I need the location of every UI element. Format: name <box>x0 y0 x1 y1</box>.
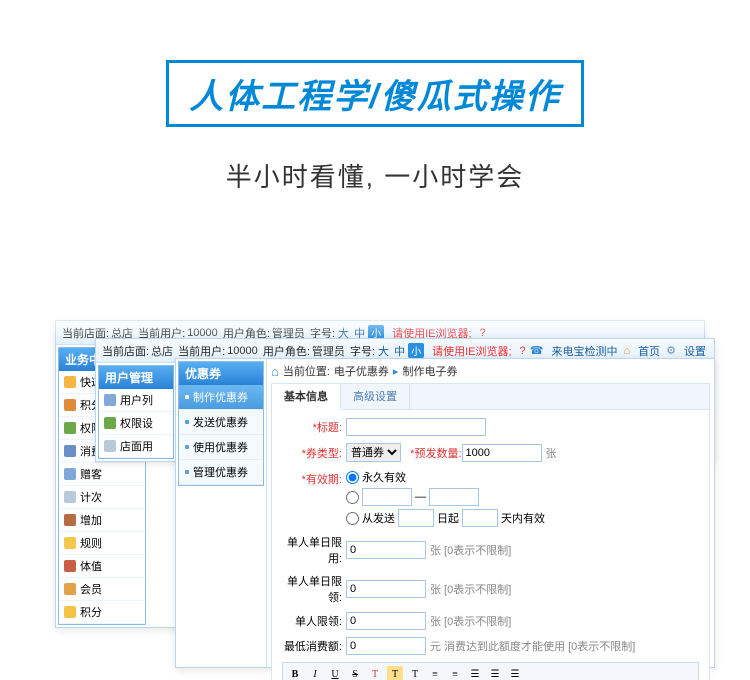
sidebar-item[interactable]: 规则 <box>59 532 145 555</box>
chevron-right-icon: ▸ <box>393 365 399 378</box>
settings-link[interactable]: 设置 <box>684 343 706 359</box>
store-icon <box>104 440 116 452</box>
single-day-label: 单人单日限用: <box>282 534 346 566</box>
file-icon <box>64 376 76 388</box>
home-icon: ⌂ <box>623 345 630 357</box>
front-sidebar-title: 优惠券 <box>179 362 263 385</box>
sidebar-item[interactable]: 增加 <box>59 509 145 532</box>
hero-subtitle: 半小时看懂, 一小时学会 <box>0 157 750 194</box>
type-label: *券类型: <box>282 445 346 461</box>
ul-button[interactable]: ≡ <box>447 666 463 680</box>
nav-create-coupon[interactable]: 制作优惠券 <box>179 385 263 410</box>
align-center-button[interactable]: ☰ <box>487 666 503 680</box>
sidebar-item[interactable]: 用户列 <box>99 389 173 412</box>
breadcrumb: ⌂ 当前位置: 电子优惠券 ▸ 制作电子券 <box>271 363 710 379</box>
title-input[interactable] <box>346 418 486 436</box>
phone-check-icon: ☎ <box>530 344 544 357</box>
bgcolor-button[interactable]: T <box>387 666 403 680</box>
gift-icon <box>64 468 76 480</box>
nav-manage-coupon[interactable]: 管理优惠券 <box>179 460 263 485</box>
sidebar-item[interactable]: 计次 <box>59 486 145 509</box>
strike-button[interactable]: S <box>347 666 363 680</box>
align-left-button[interactable]: ☰ <box>467 666 483 680</box>
type-select[interactable]: 普通券 <box>346 443 401 462</box>
consume-icon <box>64 445 76 457</box>
user-icon <box>104 394 116 406</box>
points2-icon <box>64 606 76 618</box>
mid-sidebar-title: 用户管理 <box>99 366 173 389</box>
tab-basic[interactable]: 基本信息 <box>272 384 341 410</box>
sidebar-item[interactable]: 赠客 <box>59 463 145 486</box>
perm-icon <box>104 417 116 429</box>
browser-warning: 请使用IE浏览器; <box>432 343 511 359</box>
rich-text-toolbar: B I U S T T T ≡ ≡ ☰ ☰ ☰ <box>282 662 699 680</box>
hero-title-text: 人体工程学/傻瓜式操作 <box>189 78 560 116</box>
valid-range-radio[interactable]: — <box>346 488 545 506</box>
count-icon <box>64 491 76 503</box>
sidebar-item[interactable]: 店面用 <box>99 435 173 458</box>
align-right-button[interactable]: ☰ <box>507 666 523 680</box>
single-get-label: 单人限领: <box>282 613 346 629</box>
title-label: *标题: <box>282 419 346 435</box>
fontsize-button[interactable]: T <box>407 666 423 680</box>
phone-check-link[interactable]: 来电宝检测中 <box>551 343 617 359</box>
permission-icon <box>64 422 76 434</box>
sidebar-item[interactable]: 会员 <box>59 578 145 601</box>
underline-button[interactable]: U <box>327 666 343 680</box>
value-icon <box>64 560 76 572</box>
home-icon[interactable]: ⌂ <box>271 364 279 379</box>
italic-button[interactable]: I <box>307 666 323 680</box>
bold-button[interactable]: B <box>287 666 303 680</box>
member-icon <box>64 583 76 595</box>
min-spend-label: 最低消费额: <box>282 638 346 654</box>
single-get-input[interactable] <box>346 612 426 630</box>
rule-icon <box>64 537 76 549</box>
min-spend-input[interactable] <box>346 637 426 655</box>
window-front: 优惠券 制作优惠券 发送优惠券 使用优惠券 管理优惠券 ⌂ 当前位置: 电子优惠… <box>175 358 715 668</box>
fontcolor-button[interactable]: T <box>367 666 383 680</box>
add-icon <box>64 514 76 526</box>
home-link[interactable]: 首页 <box>638 343 660 359</box>
single-total-label: 单人单日限领: <box>282 573 346 605</box>
ol-button[interactable]: ≡ <box>427 666 443 680</box>
nav-use-coupon[interactable]: 使用优惠券 <box>179 435 263 460</box>
nav-send-coupon[interactable]: 发送优惠券 <box>179 410 263 435</box>
hero-title: 人体工程学/傻瓜式操作 <box>0 60 750 127</box>
gear-icon: ⚙ <box>666 344 676 357</box>
sidebar-item[interactable]: 体值 <box>59 555 145 578</box>
sidebar-item[interactable]: 权限设 <box>99 412 173 435</box>
sidebar-item[interactable]: 积分 <box>59 601 145 624</box>
valid-label: *有效期: <box>282 469 346 487</box>
points-icon <box>64 399 76 411</box>
valid-permanent-radio[interactable]: 永久有效 <box>346 469 545 485</box>
valid-fromsend-radio[interactable]: 从发送日起天内有效 <box>346 509 545 527</box>
single-day-input[interactable] <box>346 541 426 559</box>
preset-input[interactable] <box>462 444 542 462</box>
single-total-input[interactable] <box>346 580 426 598</box>
tab-advanced[interactable]: 高级设置 <box>341 384 410 409</box>
font-small-button[interactable]: 小 <box>408 343 424 358</box>
